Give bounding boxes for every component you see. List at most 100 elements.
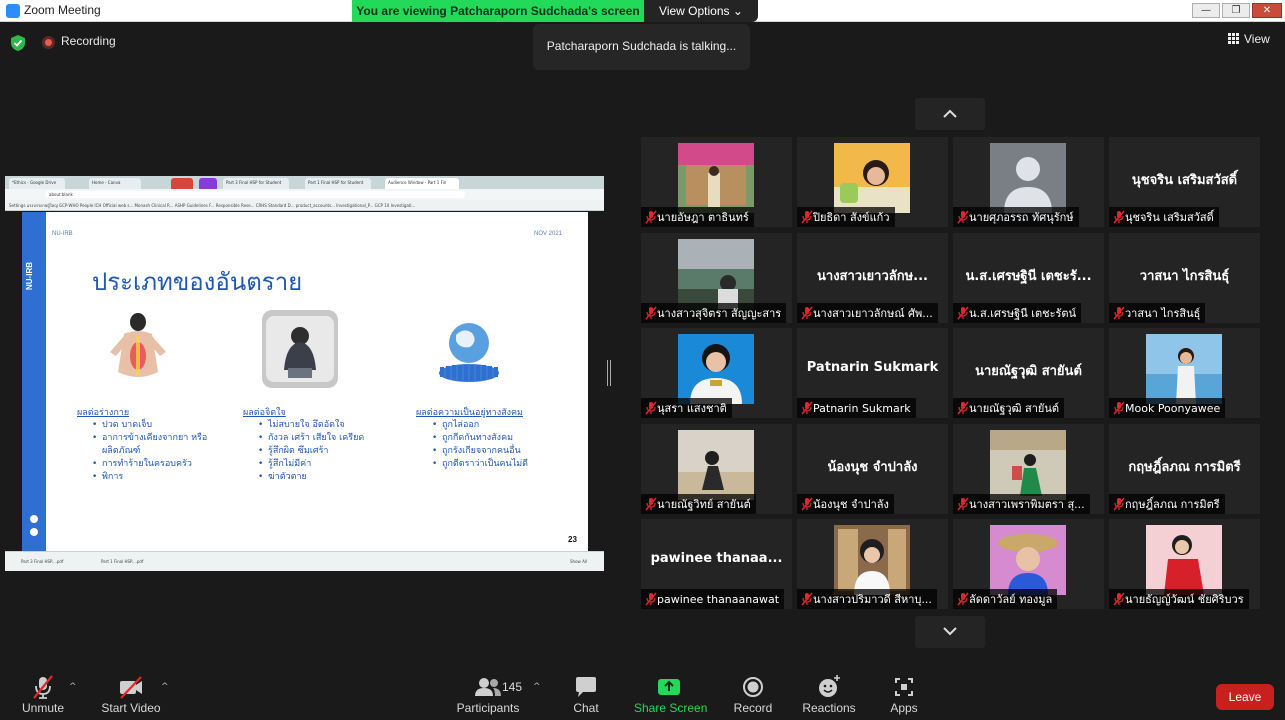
reactions-button[interactable]: Reactions <box>800 674 858 715</box>
leave-button[interactable]: Leave <box>1216 684 1274 710</box>
participant-tile[interactable]: นายศุภอรรถ ทัศนุรักษ์ <box>953 137 1104 227</box>
slide-dot <box>30 528 38 536</box>
participant-tile[interactable]: pawinee thanaa... pawinee thanaanawat <box>641 519 792 609</box>
participant-name-bar: น.ส.เศรษฐินี เตชะรัตน์ <box>953 303 1082 323</box>
participant-tile[interactable]: น.ส.เศรษฐินี เตชะรั... น.ส.เศรษฐินี เตชะร… <box>953 233 1104 323</box>
reactions-label: Reactions <box>802 701 856 715</box>
participant-tile[interactable]: นายธัญญ์วัฒน์ ชัยศิริบวร <box>1109 519 1260 609</box>
view-button[interactable]: View <box>1228 32 1270 46</box>
browser-tab-small[interactable] <box>199 178 217 189</box>
unmute-button[interactable]: Unmute <box>20 674 66 715</box>
participant-tile[interactable]: นายณัฐวุฒิ สายันต์ นายณัฐวุฒิ สายันต์ <box>953 328 1104 418</box>
browser-tabstrip: *Ethics - Google Drive Home - Canva Part… <box>5 176 604 189</box>
browser-tab-active[interactable]: Audience Window - Part 1 Fin <box>385 178 459 189</box>
participant-tile[interactable]: Mook Poonyawee <box>1109 328 1260 418</box>
participant-tile[interactable]: นางสาวเยาวลักษ... นางสาวเยาวลักษณ์ ศัพ... <box>797 233 948 323</box>
download-item[interactable]: Part 3 Final HSP....pdf <box>21 559 63 564</box>
video-off-icon <box>120 676 142 699</box>
reactions-icon <box>819 675 840 697</box>
participant-tile[interactable]: นางสาวเพราพิมตรา สุ... <box>953 424 1104 514</box>
participant-tile[interactable]: น้องนุช จำปาลัง น้องนุช จำปาลัง <box>797 424 948 514</box>
record-button[interactable]: Record <box>732 674 774 715</box>
slide-page-number: 23 <box>568 535 577 544</box>
browser-url[interactable]: about:blank <box>45 191 465 198</box>
globe-people-image <box>439 323 499 382</box>
encryption-shield-icon[interactable] <box>10 34 26 52</box>
participant-tile[interactable]: กฤษฎิ์ลภณ การมิตรี กฤษฎิ์ลภณ การมิตรี <box>1109 424 1260 514</box>
start-video-label: Start Video <box>101 701 161 715</box>
chat-label: Chat <box>573 701 599 715</box>
browser-tab[interactable]: Part 3 Final HSP for Student <box>223 178 289 189</box>
participant-name-bar: นายศุภอรรถ ทัศนุรักษ์ <box>953 207 1079 227</box>
download-item[interactable]: Part 1 Final HSP....pdf <box>101 559 143 564</box>
participant-name: นางสาวสุจิตรา สัญญะสาร <box>657 306 782 320</box>
list-item: ถูกรังเกียจจากคนอื่น <box>432 445 582 458</box>
apps-button[interactable]: Apps <box>886 674 922 715</box>
list-item: กังวล เศร้า เสียใจ เครียด <box>258 432 408 445</box>
participant-tile[interactable]: วาสนา ไกรสินธุ์ วาสนา ไกรสินธุ์ <box>1109 233 1260 323</box>
share-screen-button[interactable]: Share Screen <box>634 674 708 715</box>
participant-tile[interactable]: ปิยธิดา สังข์แก้ว <box>797 137 948 227</box>
mic-muted-icon <box>645 210 657 223</box>
participant-name-bar: นางสาวปริมาวดี สีหาบุ... <box>797 589 937 609</box>
participant-name: นายศุภอรรถ ทัศนุรักษ์ <box>969 210 1074 224</box>
participants-options-caret[interactable]: ^ <box>533 682 541 692</box>
share-screen-label: Share Screen <box>634 701 708 715</box>
mic-muted-icon <box>1113 306 1125 319</box>
participant-name: กฤษฎิ์ลภณ การมิตรี <box>1125 497 1220 511</box>
participant-name-bar: นางสาวสุจิตรา สัญญะสาร <box>641 303 787 323</box>
participant-tile[interactable]: นายอัษฎา ตาธินทร์ <box>641 137 792 227</box>
browser-downloads-bar: Part 3 Final HSP....pdf Part 1 Final HSP… <box>5 551 604 571</box>
recording-label[interactable]: Recording <box>61 34 116 48</box>
viewing-screen-banner: You are viewing Patcharaporn Sudchada's … <box>352 0 644 22</box>
view-options-button[interactable]: View Options ⌄ <box>644 0 758 22</box>
participant-display-name: นางสาวเยาวลักษ... <box>817 269 928 284</box>
mic-muted-icon <box>801 497 813 510</box>
participant-name-bar: ลัดดาวัลย์ ทองมูล <box>953 589 1058 609</box>
active-speaker-popup: Patcharaporn Sudchada is talking... <box>533 24 750 70</box>
maximize-button[interactable]: ❐ <box>1222 3 1250 18</box>
participant-video-thumbnail <box>678 143 754 213</box>
column-heading-mental: ผลต่อจิตใจ <box>243 408 286 418</box>
video-options-caret[interactable]: ^ <box>161 682 169 692</box>
start-video-button[interactable]: Start Video <box>100 674 162 715</box>
list-item: รู้สึกผิด ซึมเศร้า <box>258 445 408 458</box>
column-heading-physical: ผลต่อร่างกาย <box>77 408 130 418</box>
view-label: View <box>1244 32 1270 46</box>
browser-tab[interactable]: *Ethics - Google Drive <box>9 178 65 189</box>
social-effects-list: ถูกไล่ออก ถูกกีดกันทางสังคม ถูกรังเกียจจ… <box>432 419 582 471</box>
shared-screen: *Ethics - Google Drive Home - Canva Part… <box>5 176 604 571</box>
show-all-downloads[interactable]: Show All <box>570 559 587 564</box>
participant-name: น.ส.เศรษฐินี เตชะรัตน์ <box>969 306 1077 320</box>
audio-options-caret[interactable]: ^ <box>69 682 77 692</box>
gallery-next-page-button[interactable] <box>915 616 985 648</box>
chevron-up-icon <box>943 109 957 118</box>
participant-tile[interactable]: Patnarin Sukmark Patnarin Sukmark <box>797 328 948 418</box>
participant-tile[interactable]: นุชจริน เสริมสวัสดิ์ นุชจริน เสริมสวัสดิ์ <box>1109 137 1260 227</box>
participant-tile[interactable]: นายณัฐวิทย์ สายันต์ <box>641 424 792 514</box>
participant-name: วาสนา ไกรสินธุ์ <box>1125 306 1201 320</box>
gallery-prev-page-button[interactable] <box>915 98 985 130</box>
close-window-button[interactable]: ✕ <box>1252 3 1282 18</box>
mic-muted-icon <box>957 497 969 510</box>
browser-tab[interactable]: Home - Canva <box>89 178 141 189</box>
participant-tile[interactable]: นางสาวสุจิตรา สัญญะสาร <box>641 233 792 323</box>
mic-muted-icon <box>645 306 657 319</box>
apps-label: Apps <box>890 701 918 715</box>
chevron-down-icon: ⌄ <box>732 4 743 18</box>
browser-tab[interactable]: Part 1 Final HSP for Student <box>305 178 371 189</box>
browser-tab-small[interactable] <box>171 178 193 189</box>
participant-name: นายธัญญ์วัฒน์ ชัยศิริบวร <box>1125 592 1244 606</box>
split-view-handle[interactable] <box>607 360 611 386</box>
participant-tile[interactable]: ลัดดาวัลย์ ทองมูล <box>953 519 1104 609</box>
participant-tile[interactable]: นางสาวปริมาวดี สีหาบุ... <box>797 519 948 609</box>
mic-muted-icon <box>957 210 969 223</box>
chat-button[interactable]: Chat <box>566 674 606 715</box>
participant-tile[interactable]: นุสรา แสงชาติ <box>641 328 792 418</box>
slide-title: ประเภทของอันตราย <box>92 268 303 296</box>
slide-header-left: NU-IRB <box>52 231 73 237</box>
minimize-button[interactable]: — <box>1192 3 1220 18</box>
participants-label: Participants <box>456 701 520 715</box>
list-item: อาการข้างเคียงจากยา หรือผลิตภัณฑ์ <box>92 432 232 458</box>
participant-name: ลัดดาวัลย์ ทองมูล <box>969 592 1053 606</box>
